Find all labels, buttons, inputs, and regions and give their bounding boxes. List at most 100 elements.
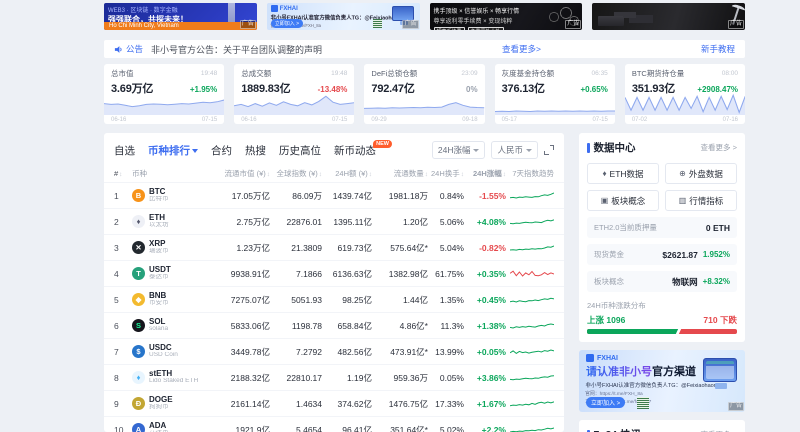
stat-change: -13.48% (318, 85, 348, 94)
ad-banner-casino[interactable]: 携手顶级 × 信誉娱乐 × 畅享行情 尊享返利零手续费 × 变现纯粹 超高手续费… (430, 3, 583, 30)
tab-自选[interactable]: 自选 (114, 143, 135, 158)
sidebar: 数据中心 查看更多 > ♦ETH数据⊕外盘数据▣板块概念▥行情指标 ETH2.0… (579, 133, 745, 432)
distribution-label: 24H币种涨跌分布 (587, 300, 737, 311)
change-cell: +0.45% (464, 295, 506, 305)
stat-timestamp: 23:09 (461, 70, 477, 77)
ad-banner-summit[interactable]: WEB3 · 区块链 · 数字金融 强强联合，共探未来！ Ho Chi Minh… (104, 3, 257, 30)
date-end: 07-15 (202, 117, 217, 123)
column-header[interactable]: 24H额 (¥)↕ (322, 168, 372, 179)
qr-code (373, 19, 382, 28)
table-row[interactable]: 8♦stETHLido Staked ETH2188.32亿22810.171.… (104, 364, 564, 390)
announcement-text[interactable]: 非小号官方公告：关于平台团队调整的声明 (151, 43, 322, 56)
data-center-button-板块概念[interactable]: ▣板块概念 (587, 190, 659, 211)
data-center-buttons: ♦ETH数据 ⊕外盘数据 ▣板块概念 ▥行情指标 (587, 163, 737, 211)
ad-banner-mining[interactable]: 广告 (592, 3, 745, 30)
date-end: 09-18 (462, 117, 477, 123)
volume-cell: 96.41亿 (322, 424, 372, 432)
supply-cell: 959.36万 (372, 372, 428, 384)
sparkline-chart (510, 345, 554, 359)
sparkline-chart (104, 93, 224, 115)
tab-合约[interactable]: 合约 (211, 143, 232, 158)
price-cell: 22810.17 (270, 373, 322, 383)
column-header[interactable]: 全球指数 (¥)↕ (270, 168, 322, 179)
news-panel: 7×24 快讯 查看更多 > (579, 420, 745, 432)
announcement-bar: 公告 非小号官方公告：关于平台团队调整的声明 查看更多> 新手教程 (104, 40, 745, 58)
table-row[interactable]: 7$USDCUSD Coin3449.78亿7.2792482.56亿473.9… (104, 338, 564, 364)
change-cell: +3.86% (464, 373, 506, 383)
table-row[interactable]: 2♦ETH以太坊2.75万亿22876.011395.11亿1.20亿5.06%… (104, 208, 564, 234)
stat-card[interactable]: BTC期货持仓量08:00351.93亿+2908.47%07-0207-16 (625, 64, 745, 124)
coin-icon: ♦ (132, 371, 145, 384)
trend-cell (506, 189, 554, 203)
tab-历史高位[interactable]: 历史高位 (279, 143, 321, 158)
sparkline-chart (510, 423, 554, 432)
price-cell: 21.3809 (270, 243, 322, 253)
sparkline-chart (510, 215, 554, 229)
ad-banner-fxhai[interactable]: FXHAI 非小号FXHAI认准官方微信负责人TG：@Feixiaohaomak… (267, 3, 420, 30)
table-row[interactable]: 9ÐDOGE狗狗币2161.14亿1.4634374.62亿1476.75亿17… (104, 390, 564, 416)
turnover-cell: 17.33% (428, 399, 464, 409)
stat-card[interactable]: DeFi总锁仓额23:09792.47亿0%09-2909-18 (364, 64, 484, 124)
distribution-bar (587, 329, 737, 334)
coin-icon: ♦ (132, 215, 145, 228)
table-controls: 24H涨幅人民币 (432, 141, 554, 159)
table-row[interactable]: 4TUSDT泰达币9938.91亿7.18666136.63亿1382.98亿6… (104, 260, 564, 286)
table-row[interactable]: 1BBTC比特币17.05万亿86.09万1439.74亿1981.18万0.8… (104, 182, 564, 208)
data-center-row[interactable]: ETH2.0当前质押量0 ETH (587, 217, 737, 238)
sort-select[interactable]: 24H涨幅 (432, 141, 486, 159)
table-row[interactable]: 10AADA艾达币1921.9亿5.465496.41亿351.64亿*5.02… (104, 416, 564, 432)
table-row[interactable]: 5◆BNB币安币7275.07亿5051.9398.25亿1.44亿1.35%+… (104, 286, 564, 312)
coin-cell: AADA艾达币 (132, 422, 212, 432)
table-row[interactable]: 6SSOLsolana5833.06亿1198.78658.84亿4.86亿*1… (104, 312, 564, 338)
ad-join-button[interactable]: 立即加入 > (271, 19, 303, 28)
coin-cell: ♦ETH以太坊 (132, 214, 212, 229)
indicator-icon: ▥ (679, 196, 687, 205)
sparkline-chart (510, 267, 554, 281)
qr-code (637, 397, 649, 409)
data-center-panel: 数据中心 查看更多 > ♦ETH数据⊕外盘数据▣板块概念▥行情指标 ETH2.0… (579, 133, 745, 342)
rank-cell: 6 (114, 321, 132, 331)
supply-cell: 473.91亿* (372, 346, 428, 358)
row-value: $2621.87 (662, 250, 697, 260)
data-center-button-ETH数据[interactable]: ♦ETH数据 (587, 163, 659, 184)
stat-card[interactable]: 总市值19:483.69万亿+1.95%06-1607-15 (104, 64, 224, 124)
data-center-more-link[interactable]: 查看更多 > (701, 142, 737, 153)
price-cell: 22876.01 (270, 217, 322, 227)
data-center-button-外盘数据[interactable]: ⊕外盘数据 (665, 163, 737, 184)
stat-card[interactable]: 总成交额19:481889.83亿-13.48%06-1607-15 (234, 64, 354, 124)
button-label: 行情指标 (689, 195, 723, 207)
ad-join-button[interactable]: 立即加入 > (586, 397, 625, 408)
tab-新币动态[interactable]: 新币动态NEW (334, 143, 376, 158)
fullscreen-icon[interactable] (544, 145, 554, 155)
market-cap-cell: 5833.06亿 (212, 320, 270, 332)
trend-cell (506, 319, 554, 333)
change-cell: +0.35% (464, 269, 506, 279)
globe-icon: ⊕ (679, 169, 686, 178)
stat-card[interactable]: 灰度基金持仓额06:35376.13亿+0.65%05-1707-15 (495, 64, 615, 124)
coin-symbol: stETH (149, 370, 198, 378)
column-header[interactable]: 流通市值 (¥)↕ (212, 168, 270, 179)
column-header[interactable]: 流通数量↕ (372, 168, 428, 179)
row-label: 现货黄金 (594, 249, 624, 260)
column-header[interactable]: 24H换手↕ (428, 168, 464, 179)
date-end: 07-15 (592, 117, 607, 123)
data-center-row[interactable]: 板块概念物联网+8.32% (587, 271, 737, 292)
currency-select[interactable]: 人民币 (491, 141, 538, 159)
sidebar-ad-fxhai[interactable]: FXHAI 请认准非小号官方渠道 非小号FXHAI认准官方微信负责人TG：@Fe… (579, 350, 745, 412)
tab-热搜[interactable]: 热搜 (245, 143, 266, 158)
ad-tiny-line: 官网：https://t.me/FXH_8a (579, 389, 725, 396)
table-row[interactable]: 3✕XRP瑞波币1.23万亿21.3809619.73亿575.64亿*5.04… (104, 234, 564, 260)
trend-cell (506, 371, 554, 385)
column-header[interactable]: 24H涨幅↕ (464, 168, 506, 179)
mining-rig-graphic (598, 16, 624, 26)
market-cap-cell: 2161.14亿 (212, 398, 270, 410)
data-center-row[interactable]: 现货黄金$2621.871.952% (587, 244, 737, 265)
tab-币种排行[interactable]: 币种排行 (148, 143, 198, 158)
column-header[interactable]: #↕ (114, 169, 132, 178)
announcement-more-link[interactable]: 查看更多> (502, 43, 541, 55)
coin-symbol: DOGE (149, 396, 173, 404)
data-center-button-行情指标[interactable]: ▥行情指标 (665, 190, 737, 211)
beginner-tutorial-link[interactable]: 新手教程 (701, 43, 735, 55)
sparkline-chart (625, 93, 745, 115)
turnover-cell: 11.3% (428, 321, 464, 331)
